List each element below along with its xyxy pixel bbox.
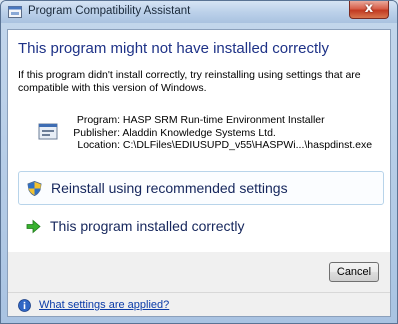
program-row: Program: HASP SRM Run-time Environment I…	[70, 114, 372, 127]
title-bar[interactable]: Program Compatibility Assistant x	[1, 1, 397, 23]
installed-correctly-label: This program installed correctly	[50, 218, 245, 234]
close-button[interactable]: x	[349, 1, 389, 19]
location-row: Location: C:\DLFiles\EDIUSUPD_v55\HASPWi…	[70, 139, 372, 152]
reinstall-option[interactable]: Reinstall using recommended settings	[18, 171, 384, 205]
window-title: Program Compatibility Assistant	[28, 5, 191, 17]
program-info: Program: HASP SRM Run-time Environment I…	[70, 114, 372, 152]
dialog-content: This program might not have installed co…	[7, 29, 391, 317]
green-arrow-icon	[26, 219, 41, 234]
publisher-value: Aladdin Knowledge Systems Ltd.	[122, 126, 276, 139]
reinstall-option-label: Reinstall using recommended settings	[51, 180, 288, 196]
settings-help-link[interactable]: What settings are applied?	[39, 299, 169, 311]
program-value: HASP SRM Run-time Environment Installer	[122, 114, 325, 126]
dialog-footer: Cancel What settings are applied?	[8, 252, 390, 316]
dialog-window: Program Compatibility Assistant x This p…	[0, 0, 398, 324]
publisher-row: Publisher: Aladdin Knowledge Systems Ltd…	[70, 127, 372, 140]
description-text: If this program didn't install correctly…	[18, 69, 361, 94]
main-heading: This program might not have installed co…	[18, 40, 329, 57]
info-icon	[18, 299, 31, 312]
program-icon	[38, 123, 58, 140]
shield-icon	[27, 181, 42, 196]
program-label: Program:	[76, 114, 120, 126]
location-value: C:\DLFiles\EDIUSUPD_v55\HASPWi...\haspdi…	[122, 139, 373, 151]
cancel-button[interactable]: Cancel	[329, 262, 379, 282]
app-icon	[8, 6, 22, 18]
publisher-label: Publisher:	[73, 126, 120, 139]
close-icon: x	[364, 1, 374, 16]
location-label: Location:	[77, 139, 120, 151]
installed-correctly-option[interactable]: This program installed correctly	[18, 210, 384, 244]
footer-divider	[8, 292, 390, 293]
